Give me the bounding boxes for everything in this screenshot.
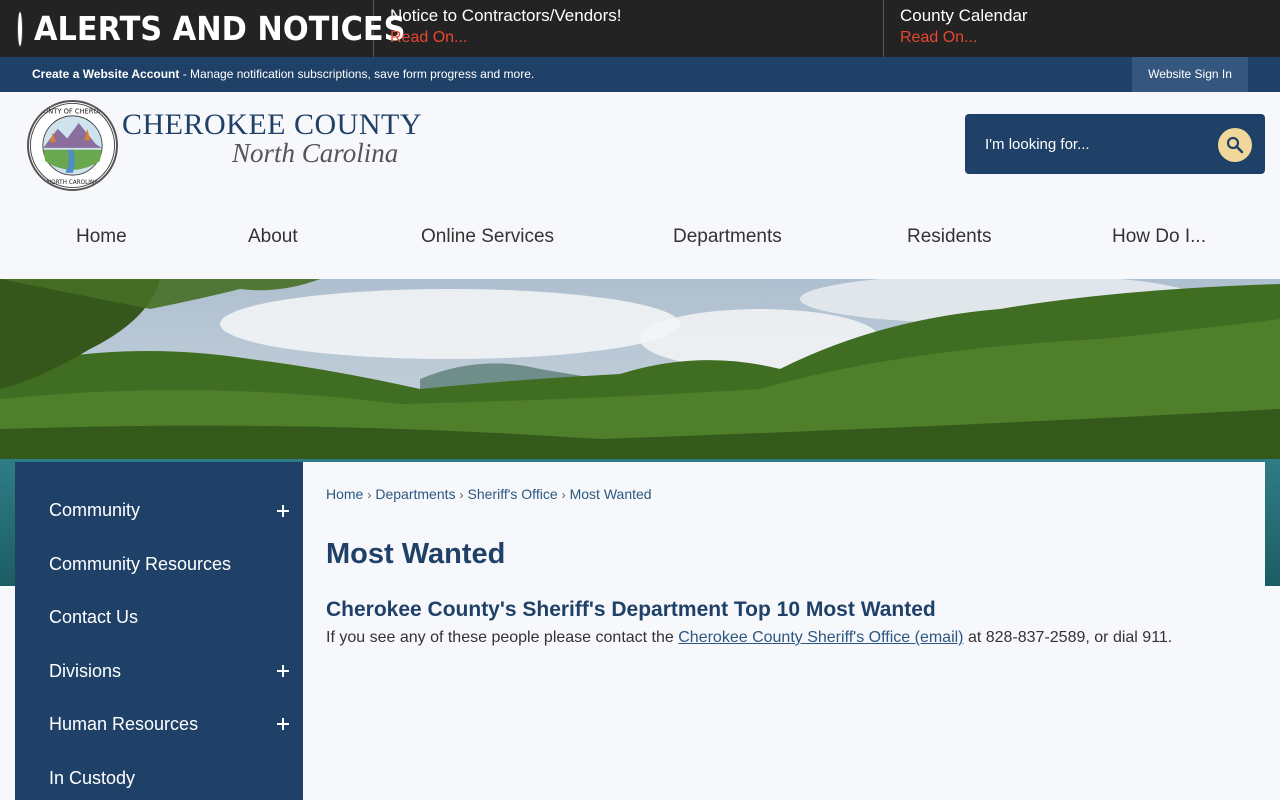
breadcrumb-separator: › [561, 488, 566, 502]
main-navigation: Home About Online Services Departments R… [0, 212, 1280, 262]
alert-title[interactable]: County Calendar [900, 6, 1280, 26]
seal-bottom-text: NORTH CAROLINA [47, 180, 98, 186]
sidebar-item-divisions[interactable]: Divisions [49, 661, 121, 682]
account-bar: Create a Website Account - Manage notifi… [0, 57, 1280, 92]
page-title: Most Wanted [326, 538, 506, 570]
nav-item-departments[interactable]: Departments [673, 212, 782, 262]
alert-item-contractors[interactable]: Notice to Contractors/Vendors! Read On..… [390, 0, 884, 57]
nav-item-online-services[interactable]: Online Services [421, 212, 554, 262]
sidebar-item-in-custody[interactable]: In Custody [49, 768, 135, 789]
main-content: Home › Departments › Sheriff's Office › Most W… [303, 462, 1265, 800]
sidebar-menu: Community Community Resources Contact Us… [15, 462, 303, 800]
account-message: Create a Website Account - Manage notifi… [32, 57, 534, 92]
breadcrumb-sheriffs-office[interactable]: Sheriff's Office [468, 486, 558, 502]
sidebar-item-human-resources[interactable]: Human Resources [49, 714, 198, 735]
expand-plus-icon[interactable] [277, 505, 289, 517]
breadcrumb-separator: › [367, 488, 372, 502]
alert-item-calendar[interactable]: County Calendar Read On... [900, 0, 1280, 57]
contact-text-suffix: at 828-837-2589, or dial 911. [963, 629, 1173, 646]
county-seal-logo[interactable]: COUNTY OF CHEROKEE NORTH CAROLINA [27, 100, 118, 191]
seal-graphic: COUNTY OF CHEROKEE NORTH CAROLINA [29, 102, 116, 189]
alert-icon [18, 11, 22, 46]
nav-item-residents[interactable]: Residents [907, 212, 992, 262]
sheriff-email-link[interactable]: Cherokee County Sheriff's Office (email) [678, 629, 963, 646]
expand-plus-icon[interactable] [277, 718, 289, 730]
alert-read-on-link[interactable]: Read On... [900, 28, 1280, 48]
section-heading: Cherokee County's Sheriff's Department T… [326, 598, 936, 621]
alerts-bar: ALERTS AND NOTICES Notice to Contractors… [0, 0, 1280, 57]
alert-title[interactable]: Notice to Contractors/Vendors! [390, 6, 883, 26]
contact-paragraph: If you see any of these people please co… [326, 629, 1172, 647]
alerts-title: ALERTS AND NOTICES [34, 9, 406, 48]
breadcrumb-departments[interactable]: Departments [375, 486, 455, 502]
sign-in-button[interactable]: Website Sign In [1132, 57, 1248, 92]
breadcrumb-home[interactable]: Home [326, 486, 363, 502]
expand-plus-icon[interactable] [277, 665, 289, 677]
state-name: North Carolina [232, 138, 399, 168]
seal-top-text: COUNTY OF CHEROKEE [33, 107, 111, 115]
county-name[interactable]: CHEROKEE COUNTY [122, 108, 422, 142]
alert-read-on-link[interactable]: Read On... [390, 28, 883, 48]
nav-item-how-do-i[interactable]: How Do I... [1112, 212, 1206, 262]
nav-item-home[interactable]: Home [76, 212, 127, 262]
account-description: - Manage notification subscriptions, sav… [179, 67, 535, 81]
breadcrumb-separator: › [459, 488, 464, 502]
nav-item-about[interactable]: About [248, 212, 298, 262]
sidebar-item-community-resources[interactable]: Community Resources [49, 554, 231, 575]
search-icon [1226, 136, 1244, 154]
search-input[interactable] [965, 114, 1215, 174]
sidebar-item-community[interactable]: Community [49, 500, 140, 521]
contact-text-prefix: If you see any of these people please co… [326, 629, 679, 646]
sidebar-item-contact-us[interactable]: Contact Us [49, 607, 138, 628]
alerts-header[interactable]: ALERTS AND NOTICES [0, 0, 406, 57]
create-account-link[interactable]: Create a Website Account [32, 67, 179, 81]
search-button[interactable] [1218, 128, 1252, 162]
breadcrumb: Home › Departments › Sheriff's Office › Most W… [326, 486, 652, 502]
breadcrumb-most-wanted[interactable]: Most Wanted [570, 486, 652, 502]
